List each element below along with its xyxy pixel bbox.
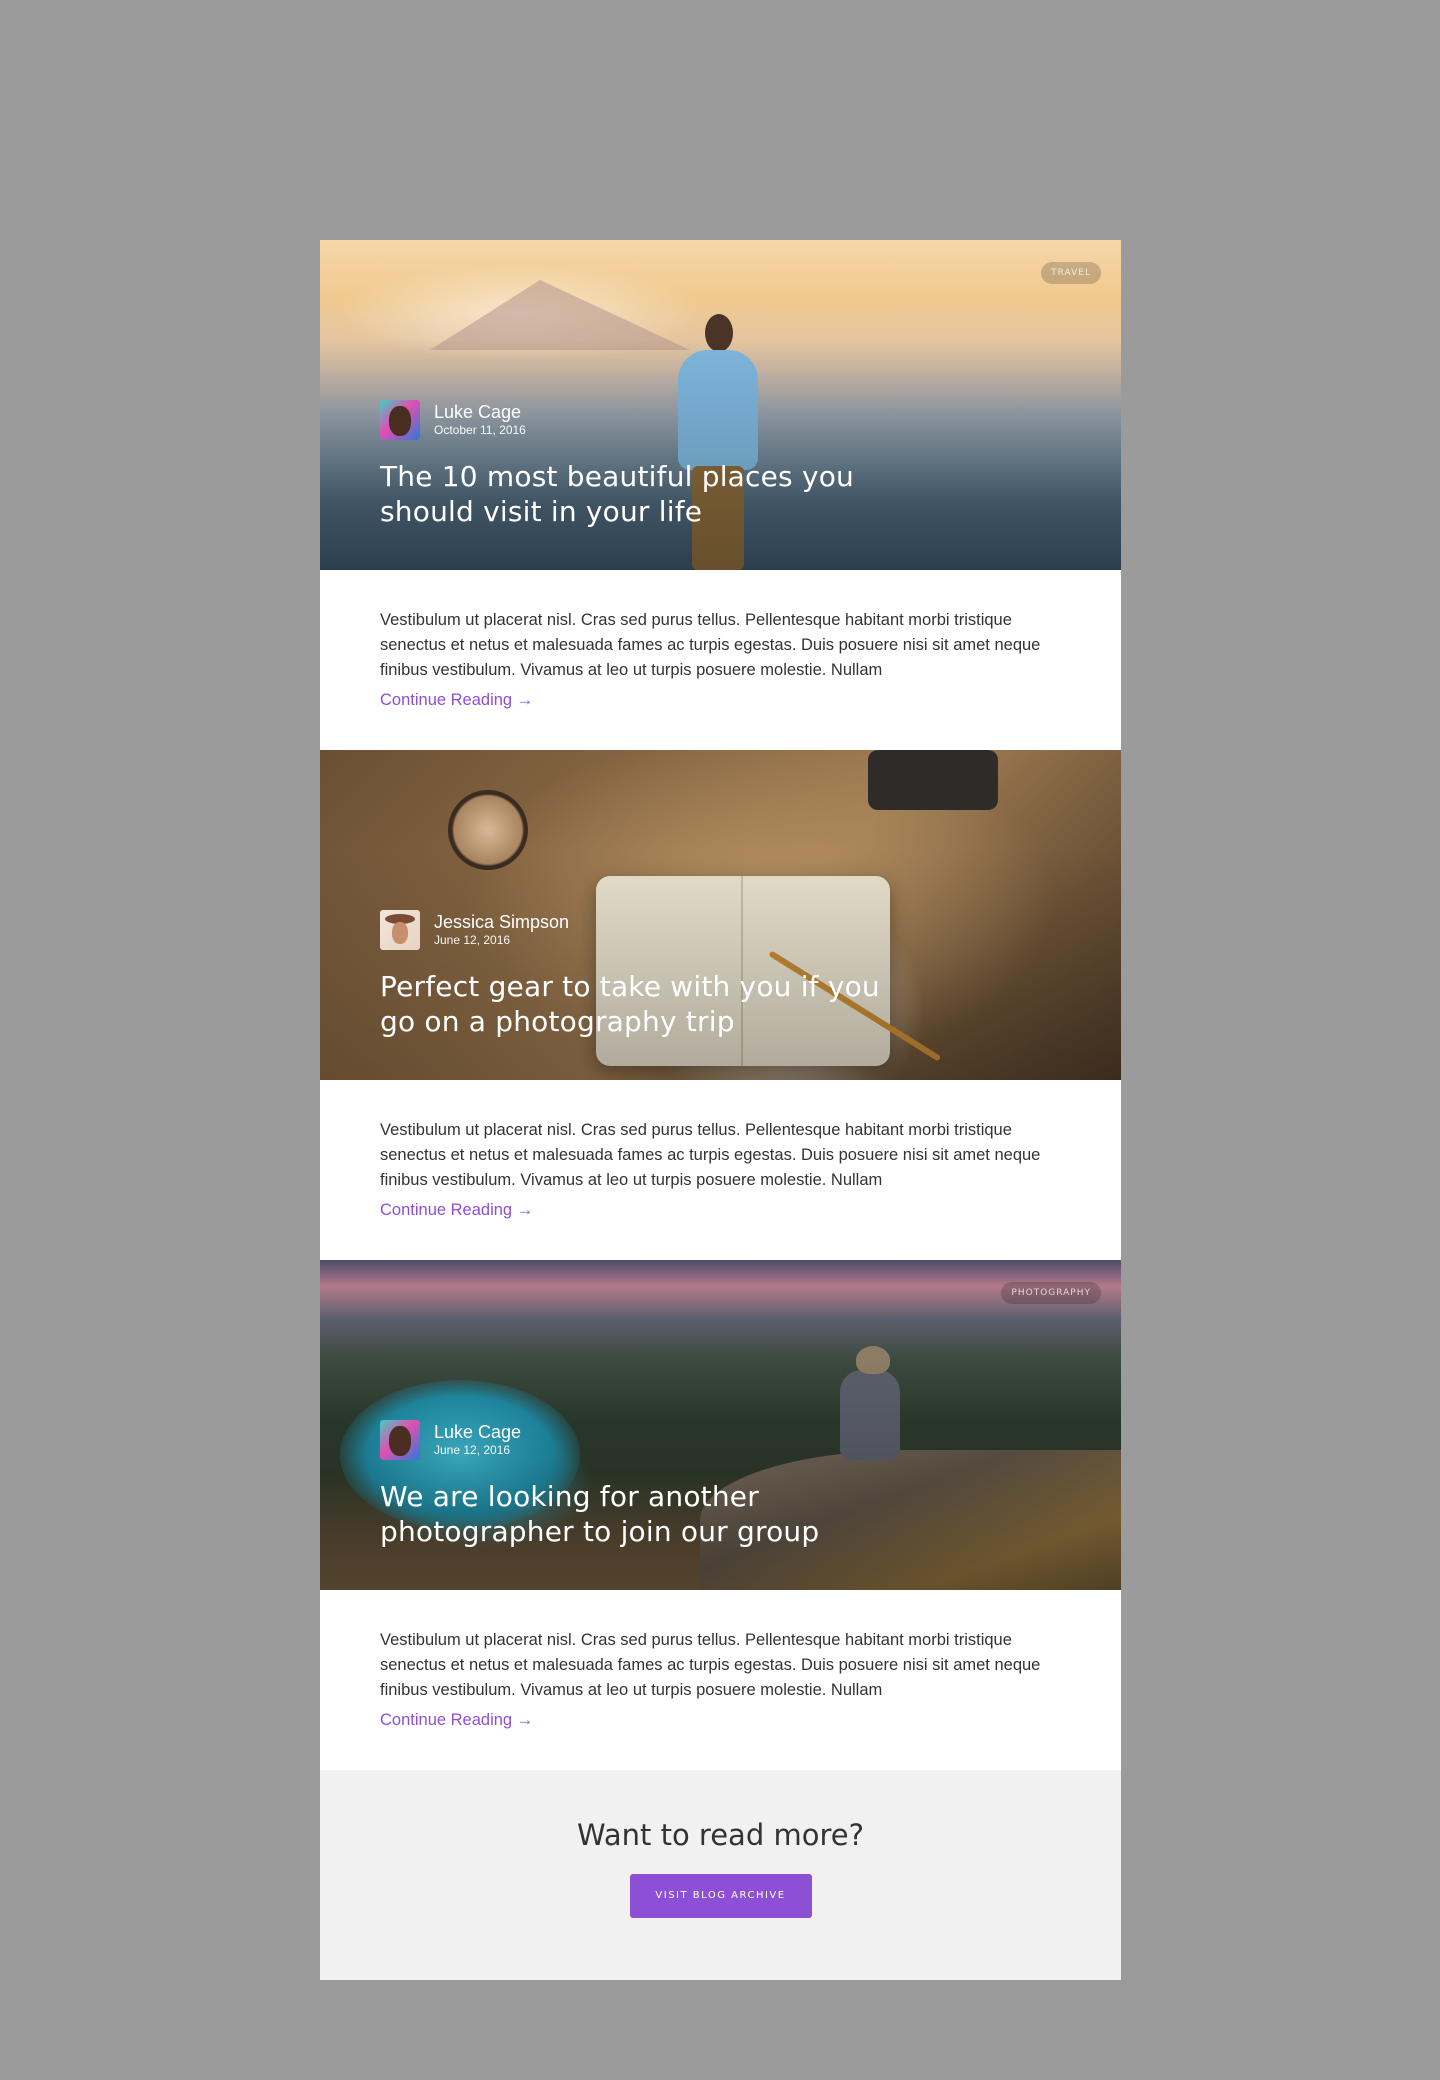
post-author: Luke Cage October 11, 2016	[380, 400, 526, 440]
avatar[interactable]	[380, 400, 420, 440]
blog-post: PHOTOGRAPHY Luke Cage June 12, 2016 We a…	[320, 1260, 1121, 1770]
continue-reading-link[interactable]: Continue Reading →	[380, 1708, 533, 1733]
read-more-title: Want to read more?	[577, 1818, 864, 1852]
post-body: Vestibulum ut placerat nisl. Cras sed pu…	[320, 1590, 1121, 1770]
blog-post: Jessica Simpson June 12, 2016 Perfect ge…	[320, 750, 1121, 1260]
author-meta: Luke Cage October 11, 2016	[434, 402, 526, 438]
avatar[interactable]	[380, 1420, 420, 1460]
post-title[interactable]: We are looking for another photographer …	[380, 1479, 880, 1549]
post-title[interactable]: The 10 most beautiful places you should …	[380, 459, 880, 529]
post-excerpt: Vestibulum ut placerat nisl. Cras sed pu…	[380, 611, 1041, 679]
read-more-section: Want to read more? VISIT BLOG ARCHIVE	[320, 1770, 1121, 1980]
post-body: Vestibulum ut placerat nisl. Cras sed pu…	[320, 570, 1121, 750]
avatar[interactable]	[380, 910, 420, 950]
post-body: Vestibulum ut placerat nisl. Cras sed pu…	[320, 1080, 1121, 1260]
visit-blog-archive-button[interactable]: VISIT BLOG ARCHIVE	[629, 1874, 812, 1918]
category-badge[interactable]: TRAVEL	[1041, 262, 1101, 284]
continue-reading-link[interactable]: Continue Reading →	[380, 688, 533, 713]
post-date: October 11, 2016	[434, 423, 526, 437]
author-name[interactable]: Luke Cage	[434, 402, 526, 422]
post-date: June 12, 2016	[434, 1443, 511, 1457]
continue-reading-link[interactable]: Continue Reading →	[380, 1198, 533, 1223]
author-meta: Luke Cage June 12, 2016	[434, 1422, 521, 1458]
blog-post: TRAVEL Luke Cage October 11, 2016 The 10…	[320, 240, 1121, 750]
author-name[interactable]: Jessica Simpson	[434, 912, 569, 932]
post-excerpt: Vestibulum ut placerat nisl. Cras sed pu…	[380, 1121, 1041, 1189]
post-author: Jessica Simpson June 12, 2016	[380, 910, 569, 950]
post-author: Luke Cage June 12, 2016	[380, 1420, 521, 1460]
post-hero-image[interactable]: TRAVEL Luke Cage October 11, 2016 The 10…	[320, 240, 1121, 570]
author-name[interactable]: Luke Cage	[434, 1422, 521, 1442]
blog-container: TRAVEL Luke Cage October 11, 2016 The 10…	[320, 240, 1121, 1980]
post-hero-image[interactable]: Jessica Simpson June 12, 2016 Perfect ge…	[320, 750, 1121, 1080]
post-excerpt: Vestibulum ut placerat nisl. Cras sed pu…	[380, 1631, 1041, 1699]
post-title[interactable]: Perfect gear to take with you if you go …	[380, 969, 880, 1039]
category-badge[interactable]: PHOTOGRAPHY	[1001, 1282, 1101, 1304]
post-date: June 12, 2016	[434, 933, 511, 947]
author-meta: Jessica Simpson June 12, 2016	[434, 912, 569, 948]
post-hero-image[interactable]: PHOTOGRAPHY Luke Cage June 12, 2016 We a…	[320, 1260, 1121, 1590]
